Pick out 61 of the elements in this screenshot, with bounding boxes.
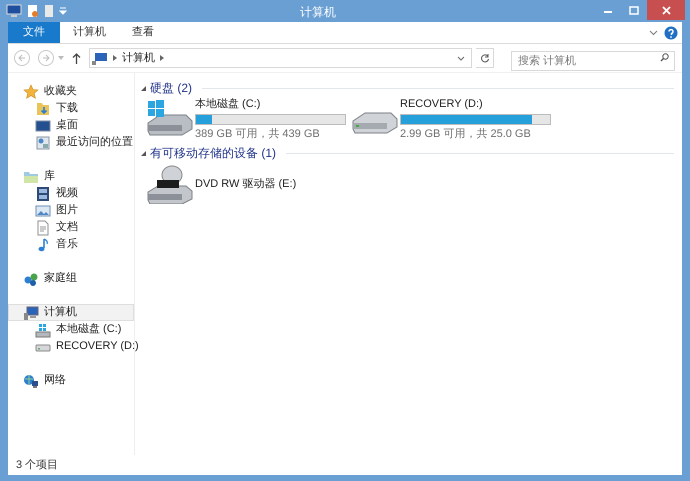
- drive-name: DVD RW 驱动器 (E:): [195, 176, 296, 192]
- sidebar-item[interactable]: 图片: [8, 202, 134, 219]
- drive-tile[interactable]: 本地磁盘 (C:) 389 GB 可用，共 439 GB: [145, 99, 350, 139]
- refresh-button[interactable]: [476, 48, 494, 68]
- ribbon-tab[interactable]: 查看: [119, 22, 167, 43]
- sidebar-item[interactable]: 计算机: [8, 304, 134, 321]
- sidebar-item[interactable]: 本地磁盘 (C:): [8, 321, 134, 338]
- chevron-down-icon[interactable]: [457, 56, 465, 60]
- picture-icon: [35, 202, 51, 218]
- up-arrow-icon[interactable]: [72, 52, 81, 64]
- forward-arrow-icon: [42, 54, 50, 62]
- sidebar-item[interactable]: 收藏夹: [8, 83, 134, 100]
- ribbon-tab[interactable]: 计算机: [60, 22, 119, 43]
- breadcrumb-separator-icon: [113, 55, 117, 61]
- sidebar-item[interactable]: 库: [8, 168, 134, 185]
- section-header: 有可移动存储的设备 (1): [150, 145, 276, 162]
- collapse-triangle-icon[interactable]: [141, 86, 146, 90]
- search-icon: [660, 53, 669, 62]
- computer-icon: [92, 52, 108, 64]
- close-button[interactable]: [647, 0, 685, 20]
- chevron-down-icon[interactable]: [649, 30, 658, 36]
- refresh-icon: [480, 53, 490, 63]
- ribbon-tab[interactable]: 文件: [8, 22, 60, 43]
- back-arrow-icon: [18, 54, 26, 62]
- sidebar-item[interactable]: 音乐: [8, 236, 134, 253]
- address-bar[interactable]: 计算机: [89, 48, 472, 68]
- film-icon: [35, 186, 51, 202]
- status-text: 3 个项目: [16, 458, 58, 473]
- drive-name: 本地磁盘 (C:): [195, 97, 262, 112]
- breadcrumb-item[interactable]: 计算机: [122, 50, 155, 66]
- dropdown-icon[interactable]: [59, 7, 67, 15]
- dvd-drive-icon: [145, 164, 193, 204]
- sidebar-item[interactable]: 网络: [8, 372, 134, 389]
- network-icon: [23, 372, 39, 388]
- computer-icon: [23, 304, 39, 320]
- help-icon[interactable]: [664, 26, 678, 40]
- document-icon: [35, 220, 51, 236]
- star-icon: [23, 84, 39, 100]
- sidebar-item[interactable]: 桌面: [8, 117, 134, 134]
- system-drive-icon: [35, 322, 51, 338]
- drive-tile[interactable]: RECOVERY (D:) 2.99 GB 可用，共 25.0 GB: [350, 99, 555, 139]
- desktop-icon: [35, 118, 51, 134]
- sidebar-item[interactable]: 视频: [8, 185, 134, 202]
- drive-name: RECOVERY (D:): [400, 97, 484, 112]
- free-space-text: 389 GB 可用，共 439 GB: [195, 126, 321, 142]
- collapse-triangle-icon[interactable]: [141, 150, 146, 156]
- sidebar-item[interactable]: 最近访问的位置: [8, 134, 134, 151]
- close-icon: [662, 6, 670, 14]
- maximize-icon: [629, 6, 639, 14]
- download-folder-icon: [35, 100, 51, 116]
- homegroup-icon: [23, 270, 39, 286]
- breadcrumb-separator-icon: [160, 55, 164, 61]
- section-header: 硬盘 (2): [150, 80, 192, 97]
- search-field[interactable]: 搜索 计算机: [511, 51, 675, 71]
- drive-tile[interactable]: DVD RW 驱动器 (E:): [145, 164, 350, 204]
- sidebar-item[interactable]: 下载: [8, 100, 134, 117]
- computer-icon[interactable]: [6, 4, 22, 18]
- free-space-text: 2.99 GB 可用，共 25.0 GB: [400, 126, 532, 142]
- window-title: 计算机: [300, 4, 336, 21]
- sidebar-item[interactable]: 文档: [8, 219, 134, 236]
- sidebar-item[interactable]: 家庭组: [8, 270, 134, 287]
